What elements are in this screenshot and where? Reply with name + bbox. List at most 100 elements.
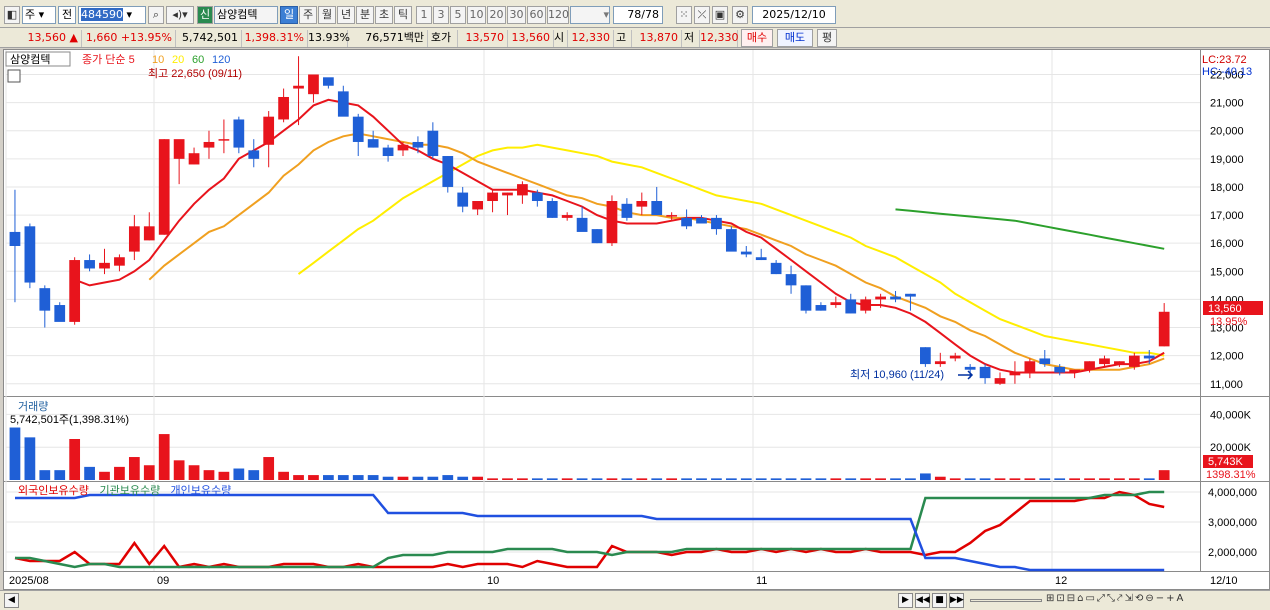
zoom-slider[interactable] xyxy=(970,599,1042,602)
volume-bar xyxy=(248,470,260,480)
stock-code-field[interactable]: 484590 ▾ xyxy=(78,6,146,24)
volume-bar xyxy=(427,476,439,480)
volume-bar xyxy=(99,471,110,480)
candle xyxy=(233,119,245,148)
count-display[interactable]: 78/78 xyxy=(613,6,663,24)
interval-select[interactable]: ▾ xyxy=(570,6,610,24)
last-pct-label: 13.95% xyxy=(1210,316,1248,328)
nav-button-2[interactable]: ■ xyxy=(932,593,947,608)
price-tick: 11,000 xyxy=(1210,379,1243,391)
holding-legend-0: 외국인보유수량 xyxy=(18,484,89,497)
period-button-3[interactable]: 년 xyxy=(337,6,355,24)
candle xyxy=(994,378,1006,384)
volume-bar xyxy=(337,475,349,480)
price-pane xyxy=(9,56,1170,385)
candle xyxy=(24,226,36,283)
price-pane-title: 삼양컴텍 xyxy=(10,53,50,66)
period-button-5[interactable]: 초 xyxy=(375,6,393,24)
volume-bar xyxy=(666,478,678,480)
stock-name-field[interactable]: 삼양컴텍 xyxy=(214,6,278,24)
volume-bar xyxy=(1084,478,1095,480)
open-price: 12,330 xyxy=(568,30,614,47)
volume-bar xyxy=(860,478,872,480)
date-field[interactable]: 2025/12/10 xyxy=(752,6,836,24)
volume-bar xyxy=(1128,478,1140,480)
gear-icon[interactable]: ⚙ xyxy=(732,6,748,24)
speaker-icon[interactable]: ◂)▾ xyxy=(166,6,194,24)
period-button-0[interactable]: 일 xyxy=(280,6,298,24)
candle xyxy=(696,217,707,224)
volume-bar xyxy=(830,478,842,480)
grid-icon[interactable]: ⁙ xyxy=(676,6,692,24)
nav-button-0[interactable]: ▶ xyxy=(898,593,913,608)
candle xyxy=(711,217,722,230)
volume-bar xyxy=(188,465,200,480)
lc-label: LC:23.72 xyxy=(1202,54,1247,66)
interval-button-5[interactable]: 5 xyxy=(450,6,466,24)
volume-bar xyxy=(755,478,767,480)
candle xyxy=(1128,355,1140,367)
volume-bar xyxy=(1099,478,1110,480)
volume-bar xyxy=(890,478,901,480)
date-tick: 09 xyxy=(157,575,169,587)
candle xyxy=(39,288,51,311)
interval-button-10[interactable]: 10 xyxy=(467,6,486,24)
window-icon[interactable]: ◧ xyxy=(4,6,20,24)
volume-bar xyxy=(845,478,857,480)
volume-bar xyxy=(621,478,633,480)
buy-button[interactable]: 매수 xyxy=(741,29,773,47)
high-annotation: 최고 22,650 (09/11) xyxy=(148,67,242,80)
volume-bar xyxy=(1009,478,1021,480)
new-badge: 신 xyxy=(197,6,213,24)
chart-area[interactable]: 22,000 21,000 20,000 19,000 18,000 17,000 16,0… xyxy=(3,49,1270,590)
chart-svg[interactable]: 22,00021,00020,00019,00018,00017,00016,0… xyxy=(4,50,1269,589)
scroll-left-icon[interactable]: ◀ xyxy=(4,593,19,608)
candle xyxy=(1054,366,1066,373)
candle xyxy=(740,251,752,255)
candle xyxy=(561,215,573,218)
holding-line-2 xyxy=(15,493,1165,572)
period-button-6[interactable]: 틱 xyxy=(394,6,412,24)
volume-bar xyxy=(487,478,498,480)
volume-bar xyxy=(964,478,976,480)
prev-button[interactable]: 전 xyxy=(58,6,76,24)
volume-bar xyxy=(1143,478,1155,480)
search-icon[interactable]: ⌕ xyxy=(148,6,164,24)
quote-change: 1,660 +13.95% xyxy=(82,30,176,47)
nav-button-3[interactable]: ▶▶ xyxy=(949,593,964,608)
candle xyxy=(158,139,170,235)
interval-button-3[interactable]: 3 xyxy=(433,6,449,24)
volume-bar xyxy=(1039,478,1051,480)
hold-tick: 2,000,000 xyxy=(1208,547,1257,559)
interval-button-30[interactable]: 30 xyxy=(507,6,526,24)
volume-bar xyxy=(696,478,707,480)
interval-button-120[interactable]: 120 xyxy=(547,6,569,24)
volume-bar xyxy=(815,478,827,480)
period-type-select[interactable]: 주 ▾ xyxy=(22,6,56,24)
ma10-line xyxy=(148,132,1165,371)
ma-legend-10: 10 xyxy=(152,54,164,66)
volume-bar xyxy=(143,465,155,480)
volume-bar xyxy=(218,471,230,480)
interval-button-60[interactable]: 60 xyxy=(527,6,546,24)
candle xyxy=(308,74,319,95)
candle xyxy=(84,260,95,269)
sell-button[interactable]: 매도 xyxy=(777,29,813,47)
eval-button[interactable]: 평 xyxy=(817,29,837,47)
period-button-2[interactable]: 월 xyxy=(318,6,336,24)
period-button-4[interactable]: 분 xyxy=(356,6,374,24)
quote-turnover: 13.93% xyxy=(308,30,350,47)
low-label: 저 xyxy=(682,30,700,47)
nav-button-1[interactable]: ◀◀ xyxy=(915,593,930,608)
tool-icons[interactable]: ⊞⊡⊟⌂▭⤢⤡⤤⇲⟲⊖−+A xyxy=(1046,593,1185,604)
interval-button-20[interactable]: 20 xyxy=(487,6,506,24)
interval-button-1[interactable]: 1 xyxy=(416,6,432,24)
ask-price: 13,570 xyxy=(458,30,508,47)
period-button-1[interactable]: 주 xyxy=(299,6,317,24)
save-icon[interactable]: ▣ xyxy=(712,6,728,24)
volume-bar xyxy=(875,478,886,480)
cross-icon[interactable]: ⤫ xyxy=(694,6,710,24)
volume-bar xyxy=(24,437,36,480)
volume-bar xyxy=(1069,478,1081,480)
date-tick: 11 xyxy=(756,575,767,587)
